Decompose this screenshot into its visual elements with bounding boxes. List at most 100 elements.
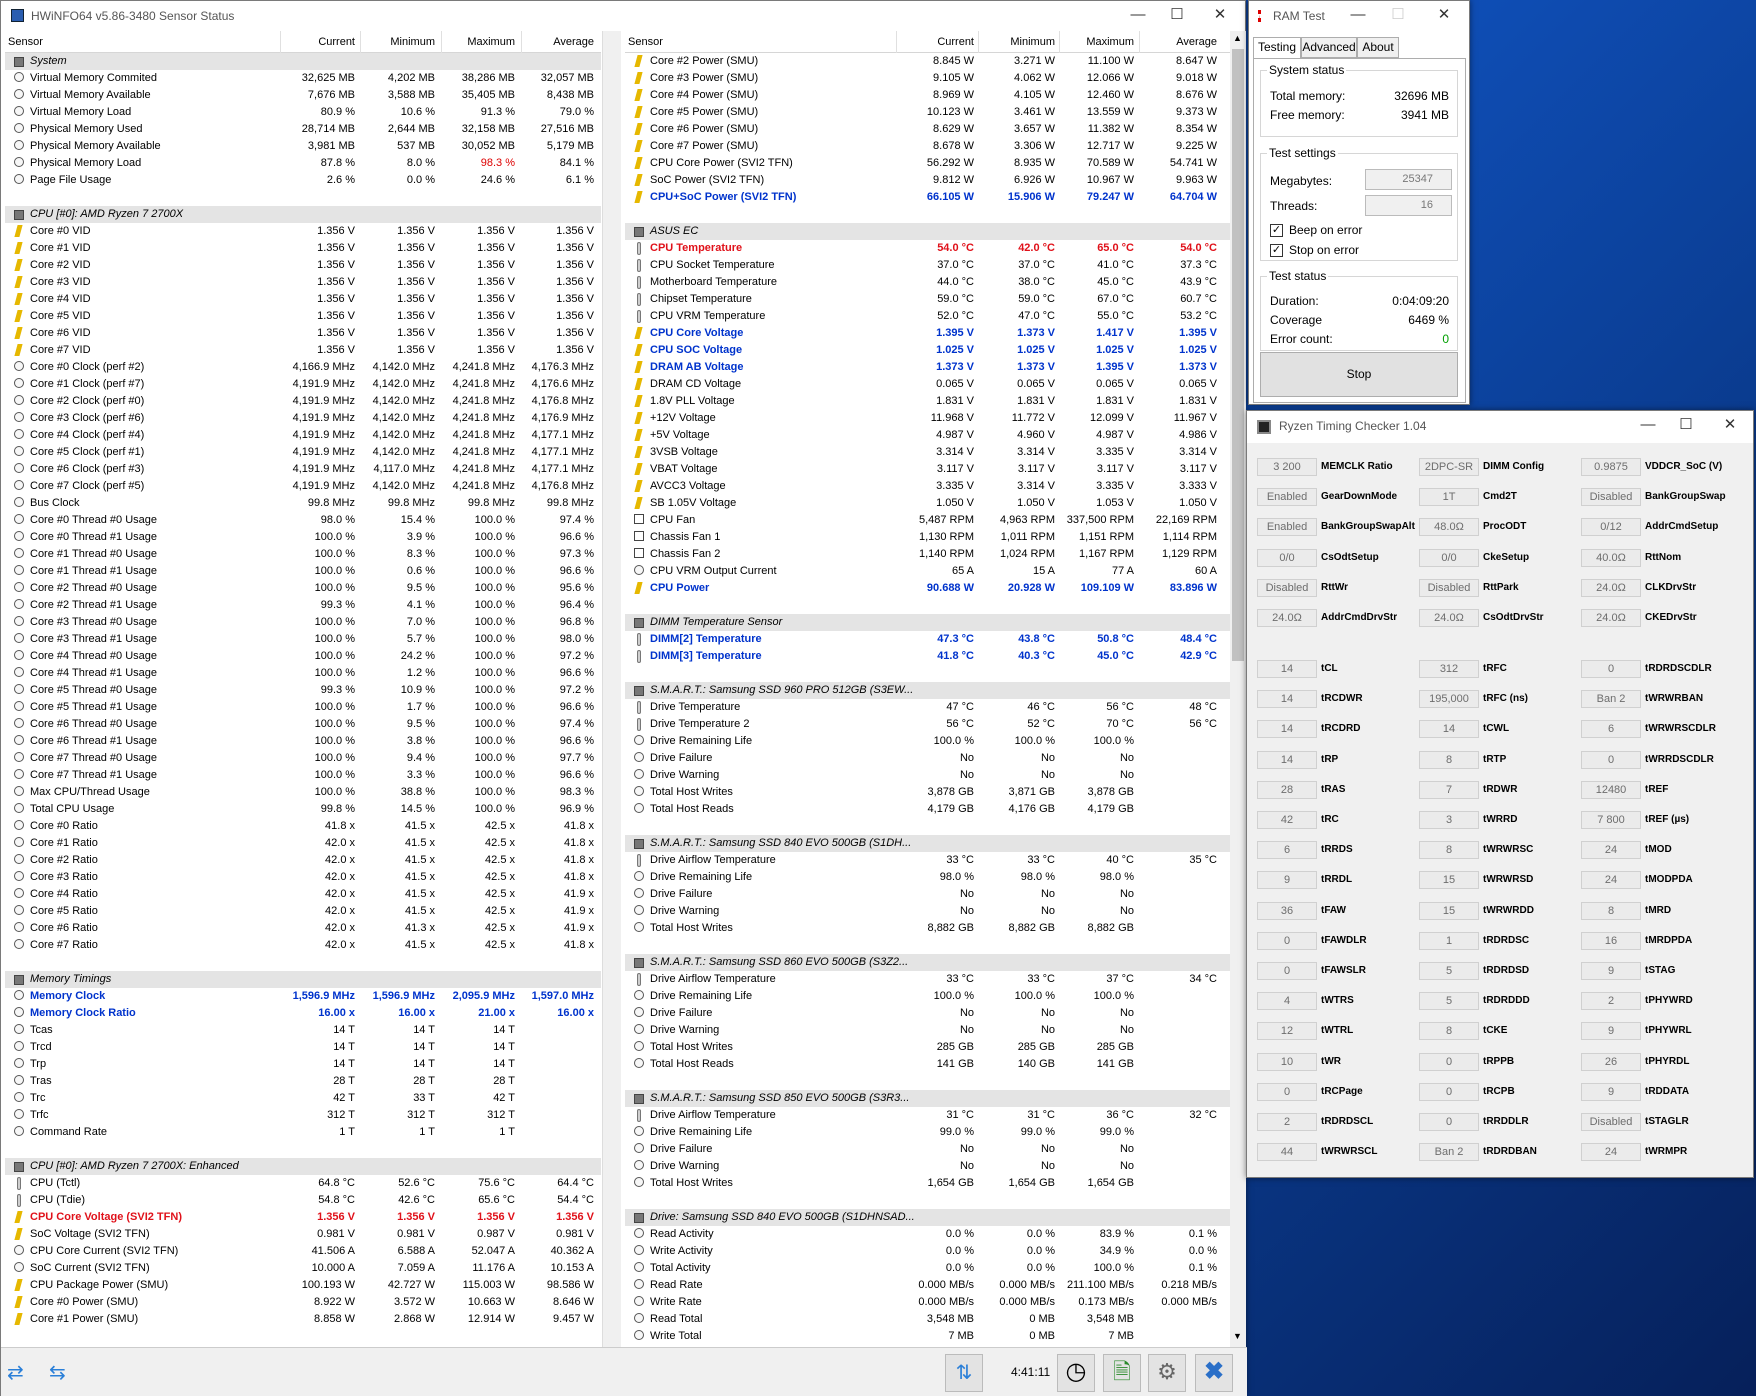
sensor-row[interactable]: Virtual Memory Load 80.9 % 10.6 % 91.3 % 79.… [5,104,601,121]
sensor-row[interactable]: Drive Warning No No No [625,1158,1230,1175]
expand-arrows-icon[interactable]: ⇄ [7,1360,43,1386]
timing-value-box[interactable]: 24.0Ω [1257,609,1317,627]
sensor-row[interactable]: Core #5 Power (SMU) 10.123 W 3.461 W 13.559… [625,104,1230,121]
sensor-row[interactable]: Trfc 312 T 312 T 312 T [5,1107,601,1124]
sensor-row[interactable]: Core #6 Power (SMU) 8.629 W 3.657 W 11.382 … [625,121,1230,138]
sensor-row[interactable]: Core #5 VID 1.356 V 1.356 V 1.356 V 1.356 V [5,308,601,325]
sensor-row[interactable]: Max CPU/Thread Usage 100.0 % 38.8 % 100.0 %… [5,784,601,801]
sensor-row[interactable]: Core #1 Power (SMU) 8.858 W 2.868 W 12.914 … [5,1311,601,1328]
column-separator[interactable] [896,31,897,53]
sensor-row[interactable]: Drive Warning No No No [625,767,1230,784]
header-maximum[interactable]: Maximum [1086,36,1134,48]
column-separator[interactable] [360,31,361,53]
sensor-row[interactable]: Core #0 Clock (perf #2) 4,166.9 MHz 4,142.… [5,359,601,376]
sensor-row[interactable]: +12V Voltage 11.968 V 11.772 V 12.099 V 11.9… [625,410,1230,427]
sensor-row[interactable]: Memory Clock 1,596.9 MHz 1,596.9 MHz 2,095.… [5,988,601,1005]
sensor-row[interactable]: Read Total 3,548 MB 0 MB 3,548 MB [625,1311,1230,1328]
sensor-row[interactable]: Virtual Memory Commited 32,625 MB 4,202 MB… [5,70,601,87]
minimize-icon[interactable]: — [1633,415,1663,435]
timing-value-box[interactable]: 14 [1257,750,1317,769]
header-sensor[interactable]: Sensor [8,36,43,48]
timing-value-box[interactable]: 0 [1419,1113,1479,1131]
sensor-row[interactable]: CPU Fan 5,487 RPM 4,963 RPM 337,500 RPM 22,1… [625,512,1230,529]
timing-value-box[interactable]: 44 [1257,1143,1317,1162]
close-icon[interactable]: ✕ [1429,5,1459,25]
timing-value-box[interactable]: 15 [1419,901,1479,920]
sensor-row[interactable]: Core #1 Clock (perf #7) 4,191.9 MHz 4,142.… [5,376,601,393]
sensor-pane-right[interactable]: Sensor Current Minimum Maximum Average Core #… [625,31,1230,1347]
sensor-row[interactable]: DIMM[2] Temperature 47.3 °C 43.8 °C 50.8 °C… [625,631,1230,648]
timing-value-box[interactable]: 9 [1581,1082,1641,1101]
timing-value-box[interactable]: 14 [1257,720,1317,739]
sensor-row[interactable]: CPU VRM Output Current 65 A 15 A 77 A 60 A [625,563,1230,580]
sensor-row[interactable]: Core #7 Ratio 42.0 x 41.5 x 42.5 x 41.8 x [5,937,601,954]
sensor-row[interactable]: Chipset Temperature 59.0 °C 59.0 °C 67.0 °C… [625,291,1230,308]
sensor-row[interactable]: Core #5 Thread #0 Usage 99.3 % 10.9 % 100.0… [5,682,601,699]
sensor-row[interactable]: Core #5 Thread #1 Usage 100.0 % 1.7 % 100.0… [5,699,601,716]
sensor-row[interactable]: Core #2 VID 1.356 V 1.356 V 1.356 V 1.356 V [5,257,601,274]
sensor-row[interactable]: DRAM CD Voltage 0.065 V 0.065 V 0.065 V 0.06… [625,376,1230,393]
sensor-row[interactable]: Core #2 Thread #0 Usage 100.0 % 9.5 % 100.0… [5,580,601,597]
timing-value-box[interactable]: 0 [1419,1082,1479,1101]
sensor-row[interactable]: Drive Remaining Life 98.0 % 98.0 % 98.0 % [625,869,1230,886]
sensor-row[interactable]: Core #5 Ratio 42.0 x 41.5 x 42.5 x 41.9 x [5,903,601,920]
sensor-row[interactable]: +5V Voltage 4.987 V 4.960 V 4.987 V 4.986 V [625,427,1230,444]
sensor-row[interactable]: Drive Warning No No No [625,903,1230,920]
sensor-row[interactable]: CPU (Tdie) 54.8 °C 42.6 °C 65.6 °C 54.4 °C [5,1192,601,1209]
timing-value-box[interactable]: 6 [1581,720,1641,739]
sensor-row[interactable]: Physical Memory Available 3,981 MB 537 MB 3… [5,138,601,155]
network-icon[interactable]: ⇅ [945,1354,983,1392]
timing-value-box[interactable]: 8 [1581,901,1641,920]
clock-icon[interactable]: ◷ [1057,1354,1095,1392]
sensor-row[interactable]: DRAM AB Voltage 1.373 V 1.373 V 1.395 V 1.37… [625,359,1230,376]
timing-value-box[interactable]: 2 [1581,992,1641,1011]
scroll-down-icon[interactable]: ▼ [1233,1331,1242,1341]
sensor-row[interactable]: Core #6 Clock (perf #3) 4,191.9 MHz 4,117.… [5,461,601,478]
timing-value-box[interactable]: Disabled [1581,488,1641,507]
sensor-row[interactable]: Core #4 Thread #1 Usage 100.0 % 1.2 % 100.0… [5,665,601,682]
timing-value-box[interactable]: 7 800 [1581,811,1641,829]
timing-value-box[interactable]: 0 [1581,660,1641,678]
timing-value-box[interactable]: 0.9875 [1581,458,1641,476]
sensor-row[interactable]: Total Activity 0.0 % 0.0 % 100.0 % 0.1 % [625,1260,1230,1277]
timing-value-box[interactable]: 8 [1419,1022,1479,1041]
timing-value-box[interactable]: 0 [1257,1082,1317,1101]
timing-value-box[interactable]: Enabled [1257,518,1317,537]
threads-input[interactable]: 16 [1365,195,1452,216]
timing-value-box[interactable]: 24 [1581,841,1641,860]
sensor-row[interactable]: Drive Remaining Life 100.0 % 100.0 % 100.0 … [625,988,1230,1005]
close-icon[interactable]: ✕ [1201,5,1239,25]
stop-button[interactable]: Stop [1260,352,1458,397]
timing-value-box[interactable]: 48.0Ω [1419,518,1479,537]
column-separator[interactable] [978,31,979,53]
sensor-row[interactable]: Physical Memory Used 28,714 MB 2,644 MB 32,… [5,121,601,138]
sensor-row[interactable]: Core #7 Thread #1 Usage 100.0 % 3.3 % 100.0… [5,767,601,784]
timing-value-box[interactable]: 14 [1419,720,1479,739]
sensor-row[interactable]: Drive Temperature 2 56 °C 52 °C 70 °C 56 °C [625,716,1230,733]
header-maximum[interactable]: Maximum [467,36,515,48]
timing-value-box[interactable]: 0 [1257,931,1317,950]
sensor-row[interactable]: Core #0 Thread #1 Usage 100.0 % 3.9 % 100.0… [5,529,601,546]
sensor-row[interactable]: CPU Core Current (SVI2 TFN) 41.506 A 6.588… [5,1243,601,1260]
sensor-row[interactable]: Drive Failure No No No [625,886,1230,903]
sensor-row[interactable]: SoC Current (SVI2 TFN) 10.000 A 7.059 A 11.… [5,1260,601,1277]
collapse-arrows-icon[interactable]: ⇆ [49,1360,85,1386]
sensor-row[interactable]: CPU VRM Temperature 52.0 °C 47.0 °C 55.0 °C… [625,308,1230,325]
sensor-row[interactable]: Core #6 Ratio 42.0 x 41.3 x 42.5 x 41.9 x [5,920,601,937]
timing-value-box[interactable]: 5 [1419,992,1479,1011]
timing-value-box[interactable]: 42 [1257,811,1317,829]
timing-value-box[interactable]: 9 [1581,1022,1641,1041]
sensor-row[interactable]: CPU (Tctl) 64.8 °C 52.6 °C 75.6 °C 64.4 °C [5,1175,601,1192]
header-average[interactable]: Average [553,36,594,48]
sensor-row[interactable]: Core #3 Thread #1 Usage 100.0 % 5.7 % 100.0… [5,631,601,648]
timing-value-box[interactable]: 24.0Ω [1581,609,1641,627]
sensor-row[interactable]: Drive Remaining Life 100.0 % 100.0 % 100.0 … [625,733,1230,750]
sensor-row[interactable]: Core #6 Thread #0 Usage 100.0 % 9.5 % 100.0… [5,716,601,733]
header-sensor[interactable]: Sensor [628,36,663,48]
timing-value-box[interactable]: 16 [1581,931,1641,950]
sensor-row[interactable]: Trc 42 T 33 T 42 T [5,1090,601,1107]
timing-value-box[interactable]: 0 [1581,750,1641,769]
timing-value-box[interactable]: 195,000 [1419,690,1479,709]
sensor-row[interactable]: Drive Airflow Temperature 33 °C 33 °C 37 °C… [625,971,1230,988]
sensor-row[interactable]: Page File Usage 2.6 % 0.0 % 24.6 % 6.1 % [5,172,601,189]
